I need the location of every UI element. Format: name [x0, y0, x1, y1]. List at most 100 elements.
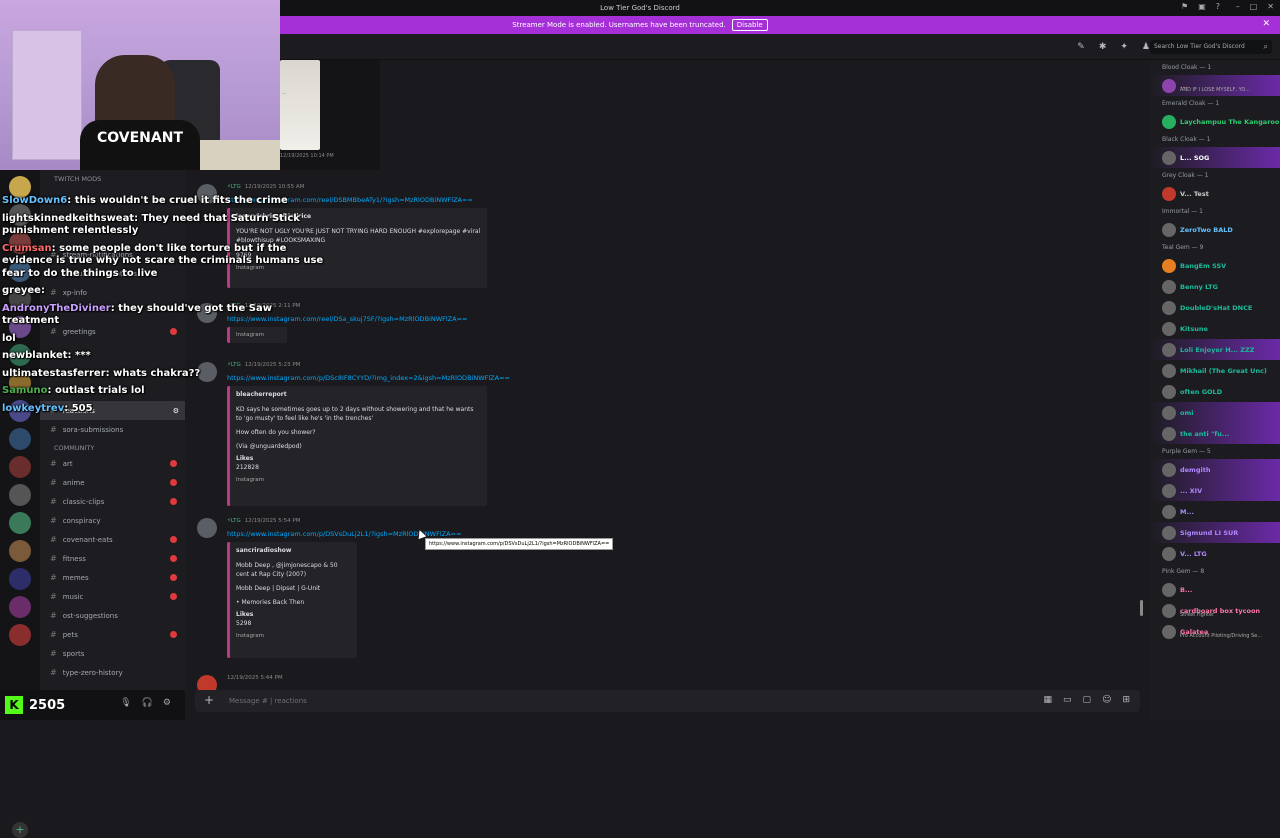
member-item[interactable]: DoubleD'sHat DNCE	[1150, 297, 1280, 318]
message-header: 12/19/2025 5:44 PM	[227, 675, 283, 681]
close-window-icon[interactable]: ✕	[1267, 2, 1274, 11]
server-icon[interactable]	[9, 512, 31, 534]
avatar[interactable]	[197, 675, 217, 690]
chat-text: whats chakra??	[113, 367, 201, 379]
member-item[interactable]: B...	[1150, 579, 1280, 600]
channel-label: pets	[62, 630, 78, 639]
category-twitch-mods[interactable]: TWITCH MODS	[40, 170, 185, 185]
embed-question: How often do you shower?	[236, 429, 316, 436]
gift-icon[interactable]: ▦	[1044, 695, 1053, 705]
member-item[interactable]: cardboard box tycoon Street Fighter	[1150, 600, 1280, 621]
avatar[interactable]	[197, 518, 217, 538]
chat-username: lowkeytrev	[2, 402, 65, 414]
chat-text: this wouldn't be cruel it fits the crime	[74, 195, 288, 206]
microphone-icon[interactable]: 🎙	[120, 698, 131, 708]
member-item[interactable]: Loli Enjoyer H... ZZZ	[1150, 339, 1280, 360]
server-icon[interactable]	[9, 540, 31, 562]
channel-anime[interactable]: # anime	[40, 473, 185, 492]
server-icon[interactable]	[9, 484, 31, 506]
window-title: Low Tier God's Discord	[600, 4, 680, 12]
chat-line: SlowDown6: this wouldn't be cruel it fit…	[2, 195, 288, 206]
member-item[interactable]: V... Test	[1150, 183, 1280, 204]
member-item[interactable]: BangEm SSV	[1150, 255, 1280, 276]
category-community[interactable]: COMMUNITY	[40, 439, 185, 454]
server-icon[interactable]	[9, 456, 31, 478]
avatar	[1162, 504, 1176, 519]
member-name: Loli Enjoyer H... ZZZ	[1180, 345, 1255, 354]
member-item[interactable]: Benny LTG	[1150, 276, 1280, 297]
channel-covenant-eats[interactable]: # covenant-eats	[40, 530, 185, 549]
search-input[interactable]: Search Low Tier God's Discord ⌕	[1150, 40, 1272, 54]
add-attachment-icon[interactable]: +	[204, 693, 214, 707]
channel-fitness[interactable]: # fitness	[40, 549, 185, 568]
server-icon[interactable]	[9, 428, 31, 450]
pinned-icon[interactable]: ✦	[1120, 42, 1128, 52]
sticker-icon[interactable]: ▢	[1083, 695, 1092, 705]
channel-sora-submissions[interactable]: # sora-submissions	[40, 420, 185, 439]
avatar	[1162, 603, 1176, 618]
member-item[interactable]: omi	[1150, 402, 1280, 423]
member-item[interactable]: Sigmund LI SUR	[1150, 522, 1280, 543]
server-icon[interactable]	[9, 624, 31, 646]
member-name: often GOLD	[1180, 387, 1223, 396]
message-input[interactable]: + Message # | reactions ▦ ▭ ▢ ☺ ⊞	[195, 690, 1140, 712]
member-item[interactable]: M...	[1150, 501, 1280, 522]
embed-thumbnail[interactable]: ...	[280, 60, 320, 150]
screen-icon[interactable]: ▣	[1198, 2, 1206, 11]
member-item[interactable]: ... XIV	[1150, 480, 1280, 501]
message-date: 12/19/2025 5:54 PM	[244, 518, 301, 524]
server-icon[interactable]	[9, 568, 31, 590]
member-item[interactable]: Mikhail (The Great Unc)	[1150, 360, 1280, 381]
channel-label: fitness	[62, 554, 86, 563]
channel-ost-suggestions[interactable]: # ost-suggestions	[40, 606, 185, 625]
maximize-icon[interactable]: □	[1250, 2, 1258, 11]
member-item[interactable]: Laychampuu The Kangaroo	[1150, 111, 1280, 132]
apps-icon[interactable]: ⊞	[1122, 695, 1130, 705]
hash-icon: #	[50, 630, 57, 639]
channel-memes[interactable]: # memes	[40, 568, 185, 587]
channel-pets[interactable]: # pets	[40, 625, 185, 644]
member-name: the anti "fu...	[1180, 429, 1230, 438]
avatar	[1162, 525, 1176, 540]
channel-music[interactable]: # music	[40, 587, 185, 606]
disable-streamer-mode-button[interactable]: Disable	[731, 19, 768, 31]
window-controls: – □ ✕	[1236, 2, 1274, 11]
embed-author[interactable]: sancriradioshow	[236, 546, 351, 555]
search-icon: ⌕	[1263, 42, 1268, 51]
inbox-icon[interactable]: ⚑	[1181, 2, 1188, 11]
channel-sports[interactable]: # sports	[40, 644, 185, 663]
scrollbar[interactable]	[1140, 600, 1143, 616]
member-item[interactable]: Galatea Pro Account Piloting/Driving Se..…	[1150, 621, 1280, 642]
unread-badge	[170, 574, 177, 581]
threads-icon[interactable]: ✎	[1077, 42, 1085, 52]
minimize-icon[interactable]: –	[1236, 2, 1240, 11]
channel-type-zero-history[interactable]: # type-zero-history	[40, 663, 185, 682]
channel-art[interactable]: # art	[40, 454, 185, 473]
channel-classic-clips[interactable]: # classic-clips	[40, 492, 185, 511]
message-link[interactable]: https://www.instagram.com/p/DSVsDuLj2L1/…	[227, 530, 461, 538]
member-item[interactable]: demgith	[1150, 459, 1280, 480]
embed-likes-label: Likes	[236, 611, 254, 618]
message-input-icons: ▦ ▭ ▢ ☺ ⊞	[1044, 695, 1130, 705]
close-banner-icon[interactable]: ✕	[1262, 19, 1270, 29]
server-icon[interactable]	[9, 596, 31, 618]
settings-icon[interactable]: ⚙	[163, 698, 171, 708]
gif-icon[interactable]: ▭	[1063, 695, 1072, 705]
webcam-shirt: COVENANT	[80, 120, 200, 170]
avatar	[1162, 462, 1176, 477]
channel-conspiracy[interactable]: # conspiracy	[40, 511, 185, 530]
headphones-icon[interactable]: 🎧	[142, 698, 153, 708]
member-item[interactable]: V... LTG	[1150, 543, 1280, 564]
chat-username: Samuno	[2, 385, 48, 396]
emoji-icon[interactable]: ☺	[1102, 695, 1111, 705]
member-item[interactable]: often GOLD	[1150, 381, 1280, 402]
add-server-icon[interactable]: +	[12, 822, 28, 838]
member-item[interactable]: Kitsune	[1150, 318, 1280, 339]
help-icon[interactable]: ?	[1216, 2, 1220, 11]
notifications-icon[interactable]: ✱	[1099, 42, 1107, 52]
member-item[interactable]: ... AND IF I LOSE MYSELF, YO...	[1150, 75, 1280, 96]
member-item[interactable]: L... SOG	[1150, 147, 1280, 168]
member-item[interactable]: the anti "fu...	[1150, 423, 1280, 444]
member-item[interactable]: ZeroTwo BALD	[1150, 219, 1280, 240]
members-icon[interactable]: ♟	[1142, 42, 1150, 52]
